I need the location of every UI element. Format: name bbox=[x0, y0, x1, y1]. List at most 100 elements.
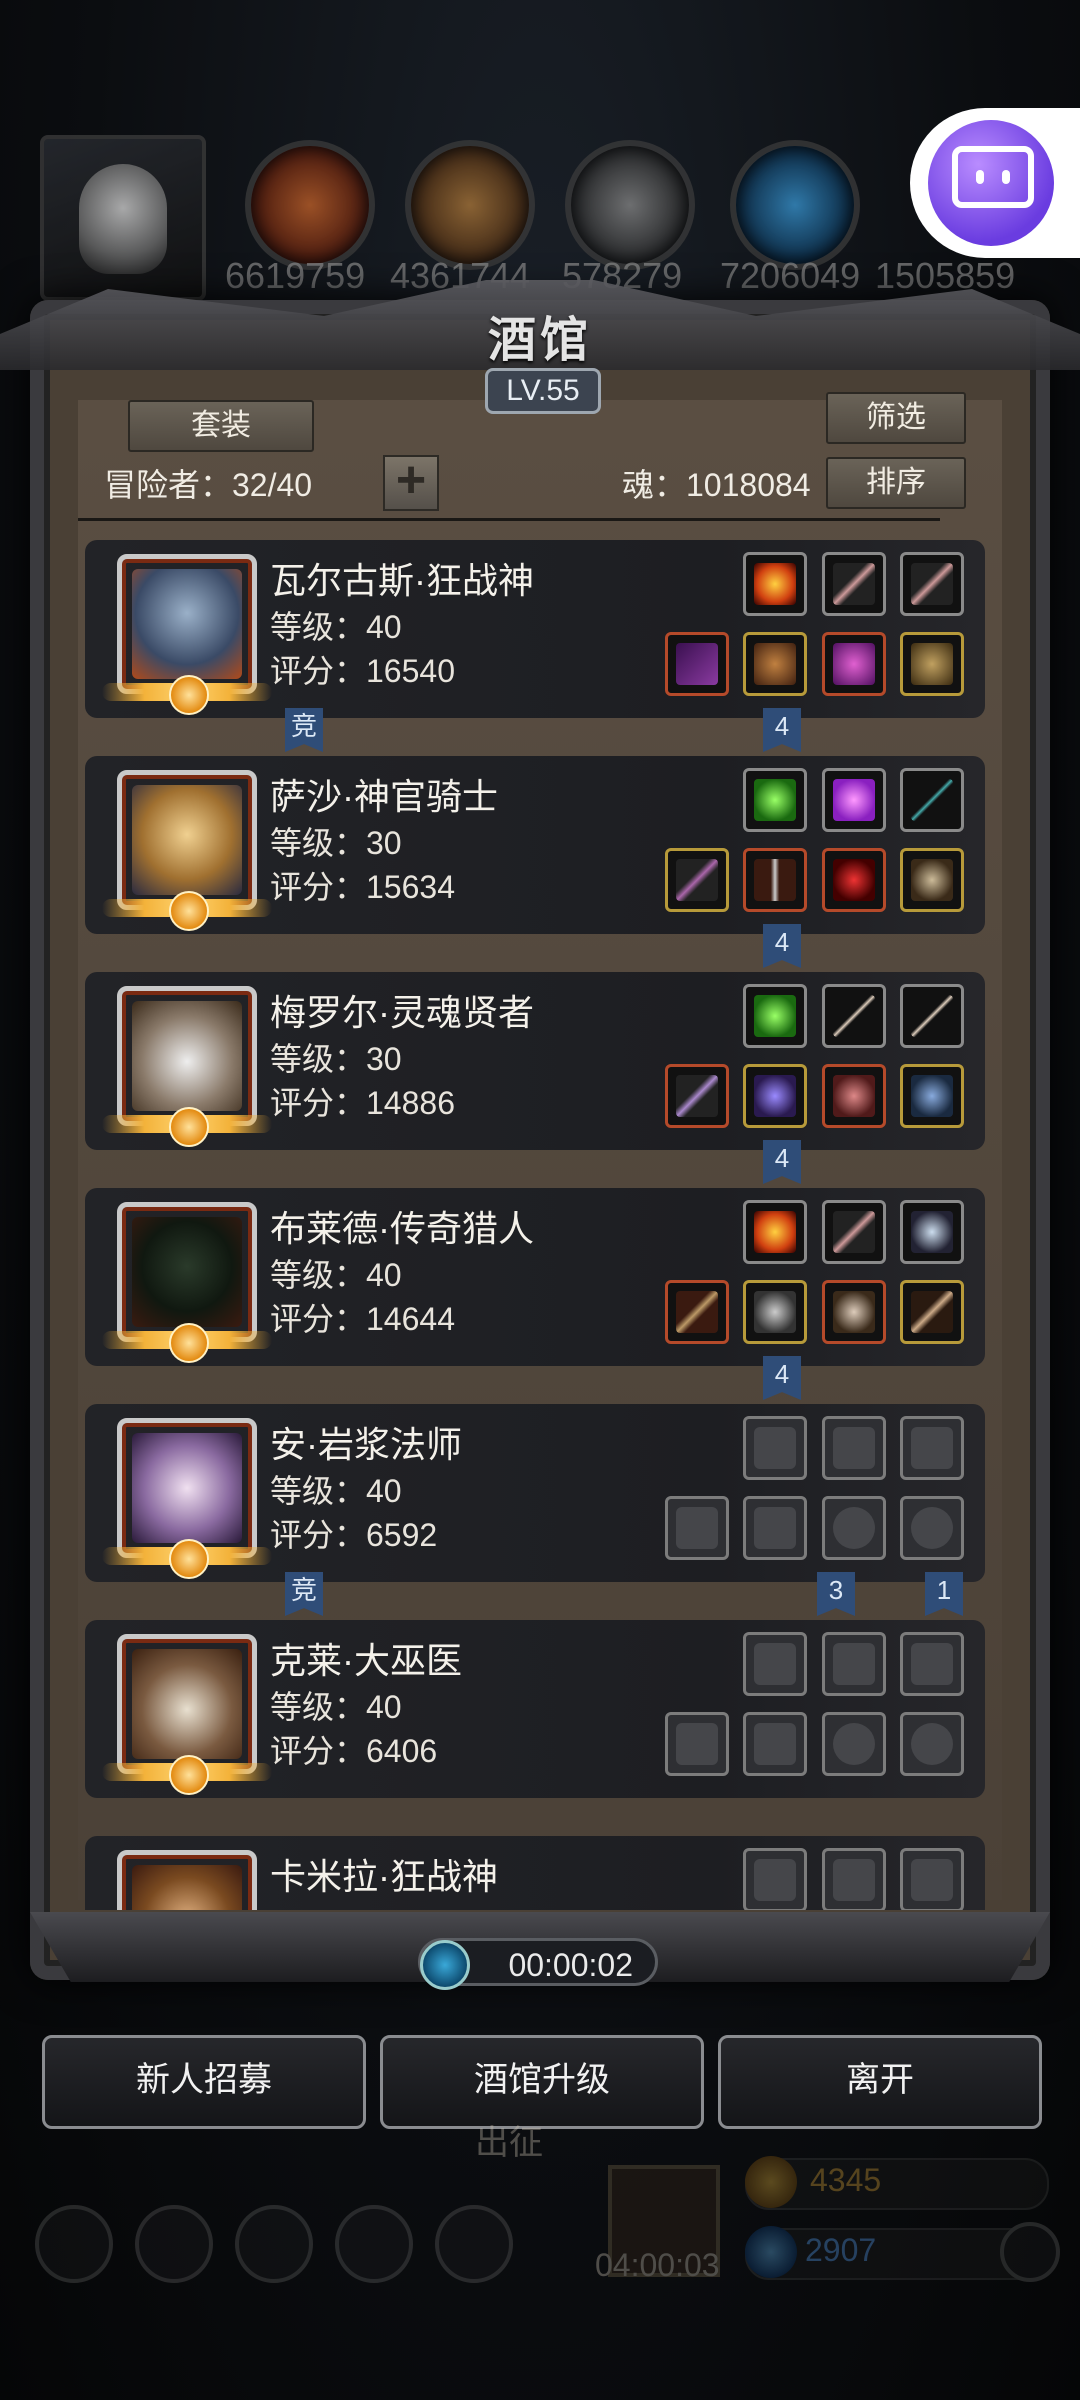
empty-skill-slot[interactable] bbox=[822, 1848, 886, 1910]
empty-skill-slot[interactable] bbox=[900, 1416, 964, 1480]
empty-skill-slot[interactable] bbox=[822, 1416, 886, 1480]
empty-armor-slot[interactable] bbox=[743, 1496, 807, 1560]
hero-portrait bbox=[102, 554, 272, 715]
sort-button[interactable]: 排序 bbox=[826, 457, 966, 509]
resource-value: 7206049 bbox=[720, 255, 861, 296]
empty-skill-slot[interactable] bbox=[900, 1848, 964, 1910]
hero-row[interactable]: 瓦尔古斯·狂战神 等级：40 评分：16540 bbox=[85, 540, 985, 718]
hero-portrait bbox=[102, 1202, 272, 1363]
clock-icon bbox=[420, 1940, 470, 1990]
empty-skill-slot[interactable] bbox=[822, 1632, 886, 1696]
resource-orb-meat[interactable] bbox=[245, 140, 375, 270]
empty-ring-slot[interactable] bbox=[822, 1496, 886, 1560]
resource-orb-stone[interactable] bbox=[565, 140, 695, 270]
empty-skill-slot[interactable] bbox=[900, 1632, 964, 1696]
hero-portrait bbox=[102, 986, 272, 1147]
filter-button[interactable]: 筛选 bbox=[826, 392, 966, 444]
empty-skill-slot[interactable] bbox=[743, 1848, 807, 1910]
helm-equip-icon[interactable] bbox=[822, 632, 886, 696]
empty-weapon-slot[interactable] bbox=[665, 1496, 729, 1560]
weapon-equip-icon[interactable] bbox=[665, 632, 729, 696]
armor-equip-icon[interactable] bbox=[743, 632, 807, 696]
gem-icon bbox=[745, 2226, 797, 2278]
purple-gem-skill-icon[interactable] bbox=[822, 768, 886, 832]
hero-name: 梅罗尔·灵魂贤者 bbox=[270, 992, 534, 1033]
add-adventurer-slot-button[interactable]: + bbox=[383, 454, 439, 511]
hero-row[interactable]: 萨沙·神官骑士 等级：30 评分：15634 bbox=[85, 756, 985, 934]
count-tag: 4 bbox=[763, 1140, 801, 1184]
hero-name: 卡米拉·狂战神 bbox=[270, 1856, 498, 1897]
resource-orb-crystal[interactable] bbox=[730, 140, 860, 270]
hero-score: 评分：6592 bbox=[270, 1517, 438, 1553]
hero-score: 评分：6406 bbox=[270, 1733, 438, 1769]
feather-skill-icon[interactable] bbox=[822, 1200, 886, 1264]
green-crystal-skill-icon[interactable] bbox=[743, 768, 807, 832]
helmet-equip-icon[interactable] bbox=[822, 1280, 886, 1344]
hero-list[interactable]: 瓦尔古斯·狂战神 等级：40 评分：16540 竞 4 萨沙·神官骑士 等级：3… bbox=[85, 540, 985, 1910]
hero-art bbox=[132, 1433, 242, 1543]
leave-button[interactable]: 离开 bbox=[718, 2035, 1042, 2129]
potion-equip-icon[interactable] bbox=[822, 848, 886, 912]
hero-art bbox=[132, 1001, 242, 1111]
gold-coin-icon bbox=[745, 2156, 797, 2208]
empty-ring-slot[interactable] bbox=[822, 1712, 886, 1776]
hero-score: 评分：15634 bbox=[270, 869, 455, 905]
rank-gem-icon bbox=[169, 1539, 209, 1579]
dagger-equip-icon[interactable] bbox=[900, 1280, 964, 1344]
armor-equip-icon[interactable] bbox=[822, 1064, 886, 1128]
empty-ring-slot[interactable] bbox=[900, 1496, 964, 1560]
emblem-skill-icon[interactable] bbox=[900, 1200, 964, 1264]
rank-gem-icon bbox=[169, 675, 209, 715]
robe-equip-icon[interactable] bbox=[743, 1064, 807, 1128]
amulet-equip-icon[interactable] bbox=[900, 1064, 964, 1128]
gun-equip-icon[interactable] bbox=[665, 1280, 729, 1344]
player-avatar[interactable] bbox=[40, 135, 206, 301]
hero-level: 等级：30 bbox=[270, 825, 402, 861]
hero-name: 克莱·大巫医 bbox=[270, 1640, 462, 1681]
skull-equip-icon[interactable] bbox=[900, 848, 964, 912]
green-crystal-skill-icon[interactable] bbox=[743, 984, 807, 1048]
hero-art bbox=[132, 1217, 242, 1327]
empty-weapon-slot[interactable] bbox=[665, 1712, 729, 1776]
sword-equip-icon[interactable] bbox=[743, 848, 807, 912]
tv-floating-button[interactable] bbox=[910, 108, 1080, 258]
feather-skill-icon[interactable] bbox=[822, 552, 886, 616]
hero-art bbox=[132, 1865, 242, 1910]
staff-skill-icon[interactable] bbox=[822, 984, 886, 1048]
hero-name: 瓦尔古斯·狂战神 bbox=[270, 560, 534, 601]
fire-skill-icon[interactable] bbox=[743, 552, 807, 616]
tv-screen-icon bbox=[952, 146, 1034, 208]
hero-row[interactable]: 克莱·大巫医 等级：40 评分：6406 bbox=[85, 1620, 985, 1798]
hero-row[interactable]: 安·岩浆法师 等级：40 评分：6592 bbox=[85, 1404, 985, 1582]
empty-ring-slot[interactable] bbox=[900, 1712, 964, 1776]
empty-skill-slot[interactable] bbox=[743, 1416, 807, 1480]
feather-skill-icon[interactable] bbox=[900, 552, 964, 616]
rank-gem-icon bbox=[169, 1755, 209, 1795]
accessory-equip-icon[interactable] bbox=[900, 632, 964, 696]
chest-armor-equip-icon[interactable] bbox=[743, 1280, 807, 1344]
hero-row[interactable]: 梅罗尔·灵魂贤者 等级：30 评分：14886 bbox=[85, 972, 985, 1150]
tavern-level-badge: LV.55 bbox=[485, 368, 601, 414]
divider bbox=[78, 518, 940, 521]
mace-equip-icon[interactable] bbox=[665, 848, 729, 912]
bow-skill-icon[interactable] bbox=[900, 768, 964, 832]
add-gems-icon bbox=[1000, 2222, 1060, 2282]
star-icon bbox=[135, 2205, 213, 2283]
fire-skill-icon[interactable] bbox=[743, 1200, 807, 1264]
recruit-button[interactable]: 新人招募 bbox=[42, 2035, 366, 2129]
empty-armor-slot[interactable] bbox=[743, 1712, 807, 1776]
arena-tag: 竞 bbox=[285, 1572, 323, 1616]
spear-equip-icon[interactable] bbox=[665, 1064, 729, 1128]
mail-icon bbox=[335, 2205, 413, 2283]
soul-count: 魂：1018084 bbox=[622, 467, 811, 503]
empty-skill-slot[interactable] bbox=[743, 1632, 807, 1696]
resource-orb-wood[interactable] bbox=[405, 140, 535, 270]
hero-row[interactable]: 卡米拉·狂战神 bbox=[85, 1836, 985, 1910]
hero-name: 布莱德·传奇猎人 bbox=[270, 1208, 534, 1249]
hero-row[interactable]: 布莱德·传奇猎人 等级：40 评分：14644 bbox=[85, 1188, 985, 1366]
page-title: 酒馆 bbox=[487, 314, 592, 367]
set-button[interactable]: 套装 bbox=[128, 400, 314, 452]
resource-value: 1505859 bbox=[875, 255, 1016, 296]
staff-skill-icon[interactable] bbox=[900, 984, 964, 1048]
hero-score: 评分：14886 bbox=[270, 1085, 455, 1121]
